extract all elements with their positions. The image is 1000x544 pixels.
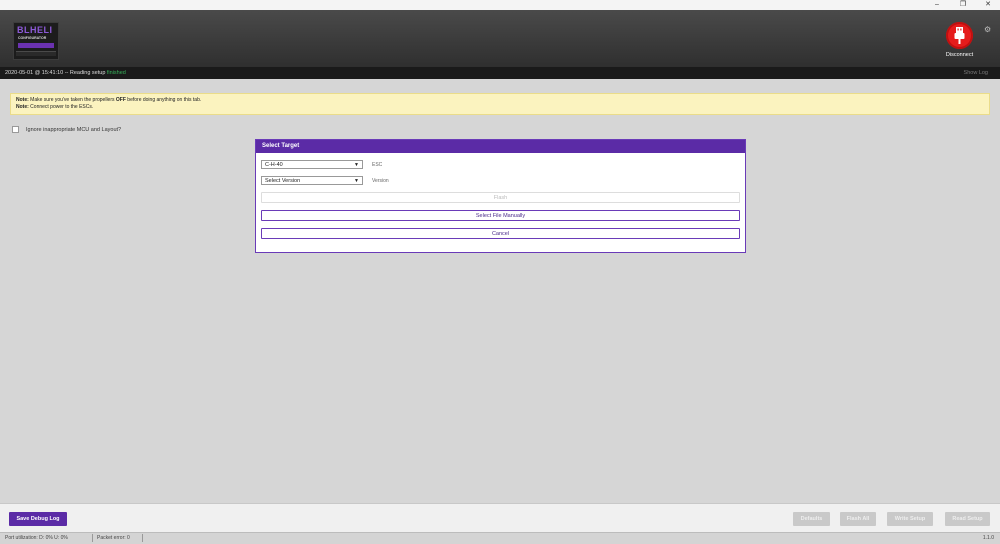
esc-select[interactable]: C-H-40 ▼	[261, 160, 363, 169]
status-result: finished	[106, 70, 126, 76]
save-debug-log-button[interactable]: Save Debug Log	[9, 512, 67, 526]
write-setup-button[interactable]: Write Setup	[887, 512, 933, 526]
disconnect-label: Disconnect	[945, 52, 974, 58]
app-version: 1.1.0	[982, 535, 994, 541]
dropdown-arrow-icon: ▼	[354, 162, 359, 168]
ignore-mcu-option[interactable]: Ignore inappropriate MCU and Layout?	[12, 126, 121, 133]
note-text-1a: Make sure you've taken the propellers	[30, 97, 115, 103]
note-text-2: Connect power to the ESCs.	[30, 104, 94, 110]
app-logo: BLHELI CONFIGURATOR	[13, 22, 59, 60]
select-target-dialog: Select Target C-H-40 ▼ ESC Select Version…	[255, 139, 746, 253]
note-label-2: Note:	[16, 104, 29, 110]
flash-button[interactable]: Flash	[261, 192, 740, 203]
logo-title: BLHELI	[17, 25, 53, 35]
show-log-link[interactable]: Show Log	[964, 67, 988, 79]
usb-plug-icon	[954, 27, 965, 44]
note-line-2: Note: Connect power to the ESCs.	[16, 104, 984, 111]
read-setup-button[interactable]: Read Setup	[945, 512, 990, 526]
esc-select-value: C-H-40	[265, 162, 283, 168]
logo-band	[16, 51, 56, 56]
ignore-mcu-checkbox[interactable]	[12, 126, 19, 133]
version-label: Version	[372, 178, 389, 184]
version-select-value: Select Version	[265, 178, 301, 184]
note-off-emphasis: OFF	[115, 97, 126, 103]
maximize-button[interactable]: ❐	[953, 0, 973, 10]
note-label-1: Note:	[16, 97, 29, 103]
version-select[interactable]: Select Version ▼	[261, 176, 363, 185]
footer-divider	[142, 534, 143, 542]
minimize-button[interactable]: –	[927, 0, 947, 10]
packet-error: Packet error: 0	[97, 535, 130, 541]
logo-subtitle: CONFIGURATOR	[18, 36, 47, 40]
warning-note: Note: Make sure you've taken the propell…	[10, 93, 990, 115]
disconnect-button[interactable]	[946, 22, 973, 49]
defaults-button[interactable]: Defaults	[793, 512, 830, 526]
close-window-button[interactable]: ✕	[978, 0, 998, 10]
status-prefix: 2020-05-01 @ 15:41:10 -- Reading setup	[5, 70, 106, 76]
app-header: BLHELI CONFIGURATOR Disconnect ⚙	[0, 10, 1000, 67]
gear-icon[interactable]: ⚙	[984, 25, 991, 34]
dialog-title: Select Target	[256, 140, 745, 153]
select-file-button[interactable]: Select File Manually	[261, 210, 740, 221]
logo-accent-bar	[18, 43, 54, 48]
window-titlebar: – ❐ ✕	[0, 0, 1000, 10]
status-message: 2020-05-01 @ 15:41:10 -- Reading setup f…	[5, 67, 126, 79]
note-line-1: Note: Make sure you've taken the propell…	[16, 97, 984, 104]
cancel-button[interactable]: Cancel	[261, 228, 740, 239]
port-utilization: Port utilization: D: 0% U: 0%	[5, 535, 68, 541]
action-bar: Save Debug Log Defaults Flash All Write …	[0, 503, 1000, 532]
footer-divider	[92, 534, 93, 542]
ignore-mcu-label: Ignore inappropriate MCU and Layout?	[26, 126, 122, 133]
esc-label: ESC	[372, 162, 383, 168]
dropdown-arrow-icon: ▼	[354, 178, 359, 184]
footer-status: Port utilization: D: 0% U: 0% Packet err…	[0, 532, 1000, 544]
note-text-1b: before doing anything on this tab.	[127, 97, 202, 103]
flash-all-button[interactable]: Flash All	[840, 512, 876, 526]
status-bar: 2020-05-01 @ 15:41:10 -- Reading setup f…	[0, 67, 1000, 79]
